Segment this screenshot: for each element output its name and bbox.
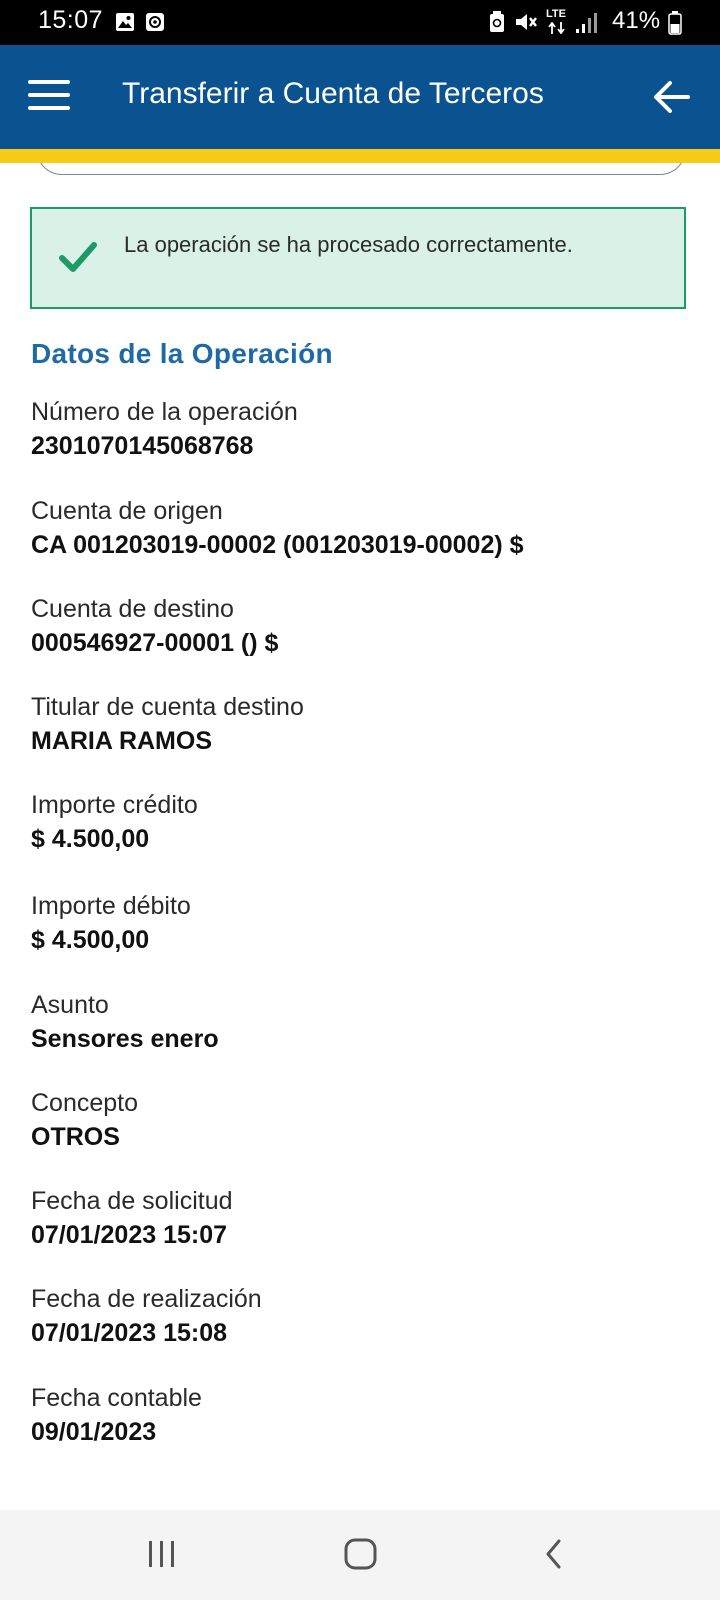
field-label: Número de la operación	[31, 398, 298, 426]
field-destination-holder: Titular de cuenta destino MARIA RAMOS	[31, 690, 691, 758]
field-label: Fecha de solicitud	[31, 1187, 233, 1215]
success-message: La operación se ha procesado correctamen…	[124, 232, 573, 257]
field-debit-amount: Importe débito $ 4.500,00	[31, 889, 691, 957]
scrolled-card-clip	[0, 163, 720, 183]
field-origin-account: Cuenta de origen CA 001203019-00002 (001…	[31, 494, 691, 562]
home-button[interactable]	[337, 1535, 387, 1575]
status-bar: 15:07 LTE 41%	[0, 0, 720, 45]
mute-icon	[516, 14, 537, 30]
section-title: Datos de la Operación	[31, 338, 333, 369]
lte-indicator: LTE	[546, 8, 566, 20]
field-value: Sensores enero	[31, 1025, 219, 1053]
battery-percent: 41%	[612, 7, 661, 34]
field-subject: Asunto Sensores enero	[31, 988, 691, 1056]
field-value: OTROS	[31, 1123, 120, 1151]
recorder-notification-icon	[146, 13, 164, 31]
field-credit-amount: Importe crédito $ 4.500,00	[31, 788, 691, 856]
field-destination-account: Cuenta de destino 000546927-00001 () $	[31, 592, 691, 660]
hamburger-menu-icon	[28, 80, 70, 84]
field-execution-date: Fecha de realización 07/01/2023 15:08	[31, 1282, 691, 1350]
field-label: Importe crédito	[31, 791, 198, 819]
signal-icon	[576, 13, 597, 33]
field-value: 09/01/2023	[31, 1418, 157, 1446]
field-value: 07/01/2023 15:08	[31, 1319, 228, 1347]
field-request-date: Fecha de solicitud 07/01/2023 15:07	[31, 1184, 691, 1252]
field-value: 2301070145068768	[31, 432, 254, 460]
recents-icon	[149, 1541, 174, 1567]
field-accounting-date: Fecha contable 09/01/2023	[31, 1381, 691, 1449]
back-button[interactable]	[650, 75, 694, 119]
app-bar: Transferir a Cuenta de Terceros	[0, 45, 720, 149]
field-value: CA 001203019-00002 (001203019-00002) $	[31, 531, 524, 559]
field-label: Asunto	[31, 991, 109, 1019]
battery-icon	[668, 11, 682, 35]
success-alert: La operación se ha procesado correctamen…	[30, 207, 686, 309]
gallery-notification-icon	[116, 13, 134, 31]
page-title: Transferir a Cuenta de Terceros	[122, 77, 544, 110]
field-label: Fecha de realización	[31, 1285, 262, 1313]
field-label: Titular de cuenta destino	[31, 693, 304, 721]
brand-stripe	[0, 149, 720, 163]
field-label: Importe débito	[31, 892, 191, 920]
back-chevron-icon	[546, 1539, 561, 1569]
home-icon	[344, 1538, 377, 1570]
field-value: MARIA RAMOS	[31, 727, 213, 755]
field-operation-number: Número de la operación 2301070145068768	[31, 395, 691, 463]
data-arrows-icon	[548, 22, 565, 34]
field-concept: Concepto OTROS	[31, 1086, 691, 1154]
status-time: 15:07	[38, 6, 104, 34]
field-label: Cuenta de destino	[31, 595, 234, 623]
field-value: $ 4.500,00	[31, 825, 150, 853]
field-label: Concepto	[31, 1089, 139, 1117]
scrolled-card	[36, 163, 686, 175]
arrow-left-icon	[654, 81, 690, 113]
recents-button[interactable]	[137, 1535, 187, 1575]
recycle-notification-icon	[490, 11, 504, 32]
field-value: $ 4.500,00	[31, 926, 150, 954]
field-label: Fecha contable	[31, 1384, 202, 1412]
check-icon	[59, 242, 97, 272]
system-back-button[interactable]	[535, 1535, 585, 1575]
system-nav-bar	[0, 1510, 720, 1600]
field-value: 07/01/2023 15:07	[31, 1221, 228, 1249]
field-value: 000546927-00001 () $	[31, 629, 279, 657]
field-label: Cuenta de origen	[31, 497, 223, 525]
menu-button[interactable]	[28, 80, 72, 112]
